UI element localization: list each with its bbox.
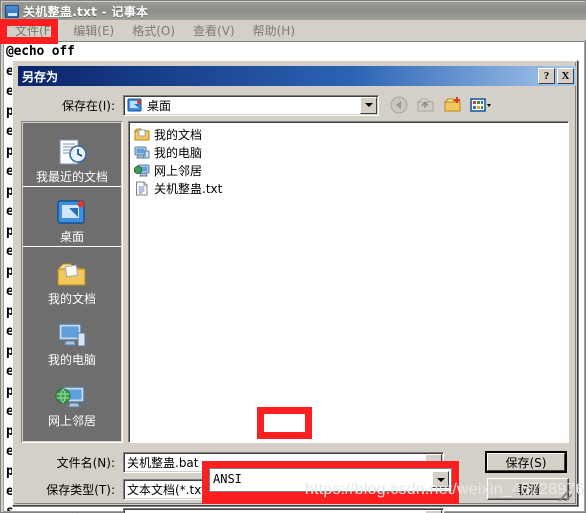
list-item[interactable]: 网上邻居	[132, 161, 568, 179]
close-icon[interactable]: X	[557, 68, 574, 84]
new-folder-icon[interactable]	[443, 95, 465, 116]
list-item[interactable]: 我的文档	[132, 125, 568, 143]
dialog-toolbar	[389, 95, 492, 116]
menu-item-file[interactable]: 文件(F)	[6, 20, 64, 41]
chevron-down-icon[interactable]	[360, 96, 377, 114]
save-in-label: 保存在(I):	[62, 98, 115, 113]
notepad-menubar: 文件(F) 编辑(E) 格式(O) 查看(V) 帮助(H)	[2, 20, 586, 40]
computer-icon	[134, 145, 150, 160]
place-label: 我最近的文档	[35, 170, 108, 184]
place-label: 我的文档	[47, 292, 96, 306]
place-label: 桌面	[59, 230, 84, 244]
dialog-title: 另存为	[22, 69, 59, 84]
text-file-icon	[134, 181, 150, 196]
place-desktop[interactable]: 桌面	[23, 186, 121, 247]
notepad-titlebar: 关机整蛊.txt - 记事本	[2, 2, 586, 20]
file-name: 网上邻居	[154, 163, 203, 178]
dialog-titlebar: 另存为 ? X	[18, 66, 576, 86]
file-name: 关机整蛊.txt	[154, 181, 223, 196]
desktop-icon	[55, 197, 89, 229]
menu-item-help[interactable]: 帮助(H)	[244, 20, 304, 41]
chevron-down-icon[interactable]	[425, 509, 442, 513]
place-my-documents[interactable]: 我的文档	[23, 247, 121, 308]
file-name-label: 文件名(N):	[56, 456, 115, 470]
views-icon[interactable]	[470, 95, 492, 116]
save-as-dialog: 另存为 ? X 保存在(I): 桌面 我最近的文档 桌面 我的文档 我的电脑 网…	[12, 60, 578, 513]
watermark-text: https://blog.csdn.net/weixin_45728976	[305, 481, 585, 498]
menu-item-format[interactable]: 格式(O)	[123, 20, 184, 41]
places-bar: 我最近的文档 桌面 我的文档 我的电脑 网上邻居	[21, 121, 123, 443]
folder-documents-icon	[133, 127, 150, 142]
place-network-places[interactable]: 网上邻居	[23, 369, 121, 430]
encoding-row: 编码(E): ANSI	[15, 503, 577, 513]
notepad-line: @echo off	[6, 44, 75, 59]
up-folder-icon[interactable]	[416, 95, 438, 116]
menu-item-view[interactable]: 查看(V)	[184, 20, 244, 41]
dialog-inner-frame: 另存为 ? X 保存在(I): 桌面 我最近的文档 桌面 我的文档 我的电脑 网…	[14, 62, 577, 513]
list-item[interactable]: 关机整蛊.txt	[132, 179, 568, 197]
place-label: 我的电脑	[47, 353, 96, 367]
encoding-label: 编码(E):	[15, 510, 123, 513]
save-button-label: 保存(S)	[487, 453, 565, 471]
notepad-app-icon	[5, 4, 19, 18]
annotation-encoding-value-overlay: ANSI	[213, 472, 242, 486]
desktop-icon	[127, 98, 143, 113]
place-my-computer[interactable]: 我的电脑	[23, 308, 121, 369]
places-bar-inner: 我最近的文档 桌面 我的文档 我的电脑 网上邻居	[23, 123, 121, 441]
file-name: 我的电脑	[154, 145, 203, 160]
save-button[interactable]: 保存(S)	[485, 451, 567, 473]
save-in-combo[interactable]: 桌面	[123, 94, 379, 116]
screen-root: 关机整蛊.txt - 记事本 文件(F) 编辑(E) 格式(O) 查看(V) 帮…	[0, 0, 586, 513]
save-in-value: 桌面	[147, 98, 172, 113]
place-recent-documents[interactable]: 我最近的文档	[23, 125, 121, 186]
file-list[interactable]: 我的文档 我的电脑 网上邻居 关机整蛊.txt	[128, 121, 569, 443]
encoding-combo[interactable]: ANSI	[123, 507, 444, 513]
help-button[interactable]: ?	[538, 68, 555, 84]
back-icon[interactable]	[389, 95, 411, 116]
menu-item-edit[interactable]: 编辑(E)	[64, 20, 123, 41]
file-name: 我的文档	[154, 127, 203, 142]
network-places-icon	[55, 381, 89, 413]
save-type-label: 保存类型(T):	[46, 483, 115, 497]
network-icon	[133, 163, 150, 178]
my-documents-icon	[55, 259, 89, 291]
place-label: 网上邻居	[47, 414, 96, 428]
my-computer-icon	[55, 320, 89, 352]
recent-documents-icon	[55, 137, 89, 169]
list-item[interactable]: 我的电脑	[132, 143, 568, 161]
notepad-title: 关机整蛊.txt - 记事本	[23, 4, 149, 19]
save-in-row: 保存在(I): 桌面	[15, 91, 577, 119]
